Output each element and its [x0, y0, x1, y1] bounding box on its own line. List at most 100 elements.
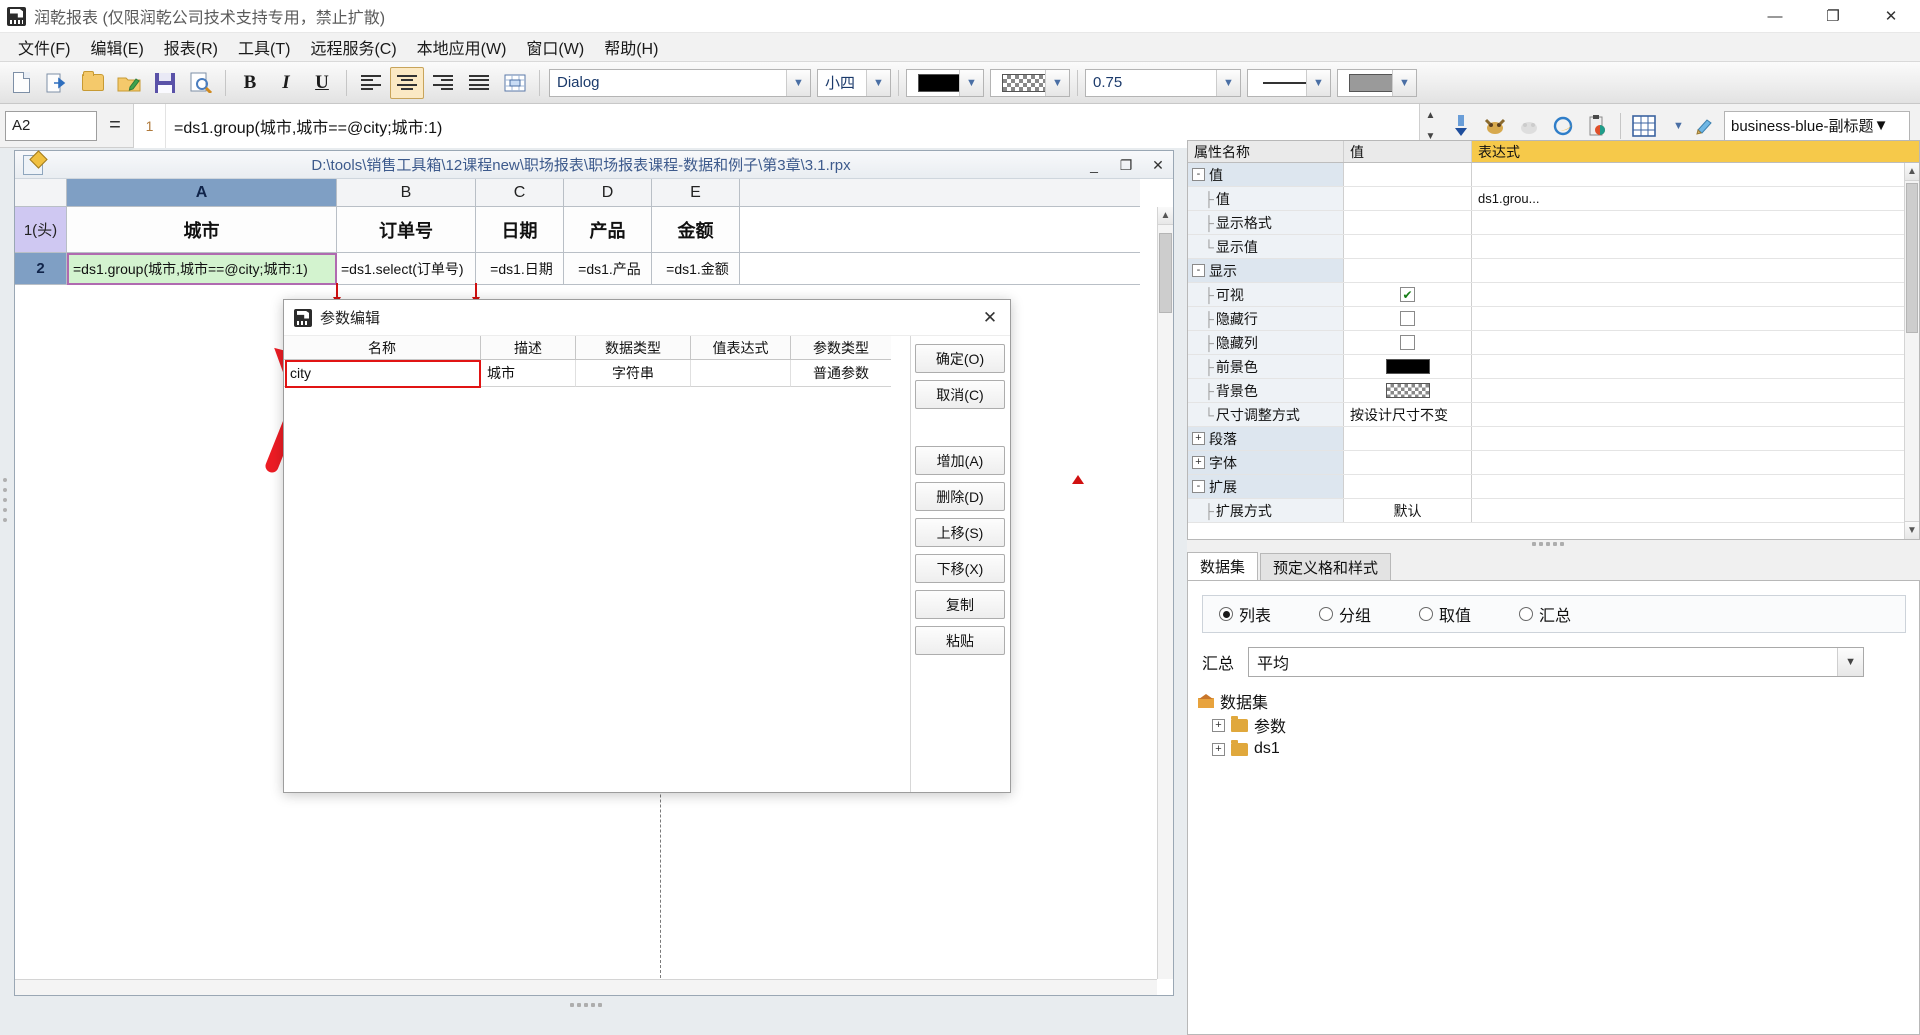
- property-value-cell[interactable]: ✔: [1344, 283, 1472, 306]
- property-expression-cell[interactable]: [1472, 403, 1919, 426]
- property-row-visible[interactable]: ├ 可视 ✔: [1188, 283, 1919, 307]
- align-right-button[interactable]: [426, 67, 460, 99]
- menu-remote-service[interactable]: 远程服务(C): [300, 32, 406, 62]
- scroll-up-icon[interactable]: ▲: [1905, 163, 1919, 181]
- property-row-value[interactable]: ├ 值 ds1.grou...: [1188, 187, 1919, 211]
- table-row[interactable]: city 城市 字符串 普通参数: [284, 360, 910, 387]
- property-expression-cell[interactable]: [1472, 475, 1919, 498]
- property-value-cell[interactable]: [1344, 259, 1472, 282]
- cell-b2[interactable]: =ds1.select(订单号): [337, 253, 476, 285]
- property-grid[interactable]: 属性名称 值 表达式 - 值 ├ 值 ds1.grou...: [1187, 140, 1920, 540]
- property-grid-scrollbar[interactable]: ▲ ▼: [1904, 163, 1919, 539]
- new-file-button[interactable]: [4, 67, 38, 99]
- tree-node-ds1[interactable]: + ds1: [1198, 737, 1898, 761]
- border-color-select[interactable]: ▼: [1337, 69, 1417, 97]
- property-value-cell[interactable]: [1344, 451, 1472, 474]
- move-up-button[interactable]: 上移(S): [915, 518, 1005, 547]
- property-expression-cell[interactable]: [1472, 379, 1919, 402]
- property-row-display-value[interactable]: └ 显示值: [1188, 235, 1919, 259]
- property-row-foreground-color[interactable]: ├ 前景色: [1188, 355, 1919, 379]
- collapse-toggle-icon[interactable]: -: [1192, 264, 1205, 277]
- checkbox-checked-icon[interactable]: ✔: [1400, 287, 1415, 302]
- fore-color-select[interactable]: ▼: [906, 69, 984, 97]
- cell-reference-input[interactable]: A2: [5, 111, 97, 141]
- property-row-hide-row[interactable]: ├ 隐藏行: [1188, 307, 1919, 331]
- left-splitter[interactable]: [0, 148, 14, 1035]
- back-color-select[interactable]: ▼: [990, 69, 1070, 97]
- tree-node-dataset[interactable]: 数据集: [1198, 689, 1898, 713]
- radio-unselected-icon[interactable]: [1419, 607, 1433, 621]
- menu-edit[interactable]: 编辑(E): [80, 32, 153, 62]
- expand-toggle-icon[interactable]: +: [1192, 432, 1205, 445]
- tab-predefined-styles[interactable]: 预定义格和样式: [1260, 553, 1391, 580]
- property-value-cell[interactable]: [1344, 379, 1472, 402]
- vertical-scroll-thumb[interactable]: [1159, 233, 1172, 313]
- property-value-cell[interactable]: 按设计尺寸不变: [1344, 403, 1472, 426]
- scroll-down-icon[interactable]: ▼: [1905, 521, 1919, 539]
- dog-tool-icon[interactable]: [1479, 110, 1511, 142]
- property-expression-cell[interactable]: ds1.grou...: [1472, 187, 1919, 210]
- property-value-cell[interactable]: [1344, 307, 1472, 330]
- expand-toggle-icon[interactable]: +: [1192, 456, 1205, 469]
- open-file-button[interactable]: [76, 67, 110, 99]
- cell-b1[interactable]: 订单号: [337, 207, 476, 253]
- bold-button[interactable]: B: [233, 67, 267, 99]
- import-button[interactable]: [40, 67, 74, 99]
- add-button[interactable]: 增加(A): [915, 446, 1005, 475]
- radio-summary[interactable]: 汇总: [1519, 602, 1571, 626]
- property-row-expand-mode[interactable]: ├ 扩展方式 默认: [1188, 499, 1919, 523]
- foreground-color-swatch[interactable]: [1386, 359, 1430, 374]
- expand-toggle-icon[interactable]: +: [1212, 719, 1225, 732]
- row-header-2[interactable]: 2: [15, 253, 67, 285]
- property-expression-cell[interactable]: [1472, 427, 1919, 450]
- clipboard-icon[interactable]: [1581, 110, 1613, 142]
- property-row-background-color[interactable]: ├ 背景色: [1188, 379, 1919, 403]
- property-expression-cell[interactable]: [1472, 355, 1919, 378]
- align-center-button[interactable]: [390, 67, 424, 99]
- property-row-value-group[interactable]: - 值: [1188, 163, 1919, 187]
- menu-help[interactable]: 帮助(H): [594, 32, 668, 62]
- expand-toggle-icon[interactable]: +: [1212, 743, 1225, 756]
- property-row-expand-group[interactable]: - 扩展: [1188, 475, 1919, 499]
- row-header-1[interactable]: 1(头): [15, 207, 67, 253]
- column-header-d[interactable]: D: [564, 179, 652, 207]
- property-row-display-format[interactable]: ├ 显示格式: [1188, 211, 1919, 235]
- line-style-select[interactable]: ▼: [1247, 69, 1331, 97]
- cell-d2[interactable]: =ds1.产品: [564, 253, 652, 285]
- grid-style-dropdown[interactable]: ▼: [1662, 113, 1688, 139]
- cell-param-datatype[interactable]: 字符串: [576, 360, 691, 387]
- menu-local-app[interactable]: 本地应用(W): [407, 32, 517, 62]
- grid-vertical-scrollbar[interactable]: ▲: [1157, 207, 1173, 979]
- menu-tools[interactable]: 工具(T): [228, 32, 300, 62]
- property-scroll-thumb[interactable]: [1906, 183, 1918, 333]
- close-button[interactable]: ✕: [1862, 0, 1920, 33]
- cell-param-type[interactable]: 普通参数: [791, 360, 891, 387]
- checkbox-unchecked-icon[interactable]: [1400, 335, 1415, 350]
- cell-d1[interactable]: 产品: [564, 207, 652, 253]
- property-value-cell[interactable]: [1344, 475, 1472, 498]
- property-expression-cell[interactable]: [1472, 331, 1919, 354]
- save-button[interactable]: [148, 67, 182, 99]
- browser-icon[interactable]: [1547, 110, 1579, 142]
- align-left-button[interactable]: [354, 67, 388, 99]
- property-value-cell[interactable]: [1344, 235, 1472, 258]
- format-painter-icon[interactable]: [1690, 110, 1722, 142]
- font-name-select[interactable]: Dialog ▼: [549, 69, 811, 97]
- menu-report[interactable]: 报表(R): [154, 32, 228, 62]
- property-value-cell[interactable]: [1344, 427, 1472, 450]
- grid-corner-cell[interactable]: [15, 179, 67, 207]
- align-justify-button[interactable]: [462, 67, 496, 99]
- cell-a2[interactable]: =ds1.group(城市,城市==@city;城市:1): [67, 253, 337, 285]
- property-value-cell[interactable]: [1344, 331, 1472, 354]
- scroll-up-icon[interactable]: ▲: [1158, 207, 1173, 225]
- property-value-cell[interactable]: [1344, 187, 1472, 210]
- document-minimize-button[interactable]: _: [1083, 154, 1105, 176]
- radio-value[interactable]: 取值: [1419, 602, 1471, 626]
- menu-file[interactable]: 文件(F): [8, 32, 80, 62]
- delete-button[interactable]: 删除(D): [915, 482, 1005, 511]
- property-row-paragraph-group[interactable]: + 段落: [1188, 427, 1919, 451]
- cell-c1[interactable]: 日期: [476, 207, 564, 253]
- dialog-close-button[interactable]: ✕: [976, 305, 1004, 331]
- cell-e2[interactable]: =ds1.金额: [652, 253, 740, 285]
- radio-unselected-icon[interactable]: [1319, 607, 1333, 621]
